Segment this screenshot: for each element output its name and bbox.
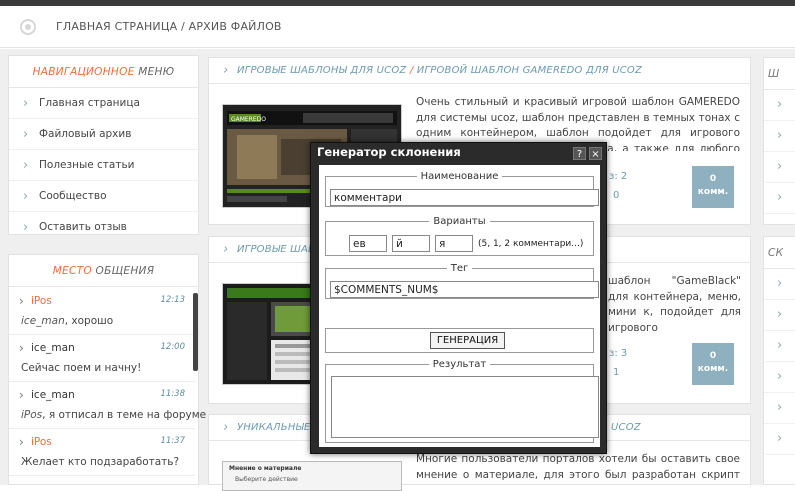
right-panel-item[interactable]: [764, 183, 795, 214]
nav-title-rest: МЕНЮ: [134, 66, 175, 78]
chat-time: 12:13: [160, 295, 186, 305]
variant-five-input[interactable]: [349, 235, 387, 252]
chat-text: Сейчас поем и начну!: [21, 362, 142, 374]
arrow-icon: ›: [19, 435, 24, 449]
arrow-icon: ›: [19, 388, 24, 402]
chat-quote: iPos: [21, 409, 43, 421]
article-meta: 1: [613, 367, 620, 378]
chat-time: 11:37: [160, 436, 186, 446]
nav-item-files[interactable]: Файловый архив: [9, 119, 198, 150]
close-icon[interactable]: ×: [589, 147, 602, 160]
chat-text-body: , хорошо: [64, 315, 114, 327]
chat-text-body: , я отписал в теме на форуме: [42, 409, 207, 421]
chat-user[interactable]: iPos: [31, 295, 52, 307]
chat-text: iPos, я отписал в теме на форуме: [21, 409, 206, 421]
comments-count: 0: [709, 174, 717, 184]
right-panel: Ш: [763, 57, 795, 225]
help-icon[interactable]: ?: [573, 147, 586, 160]
thumbnail-logo: GAMEREDO: [231, 116, 266, 123]
nav-panel-title: НАВИГАЦИОННОЕ МЕНЮ: [9, 56, 198, 88]
article-title-link[interactable]: ИГРОВОЙ ШАБЛОН GAMEREDO ДЛЯ UCOZ: [417, 65, 642, 76]
chat-text: ice_man, хорошо: [21, 315, 113, 327]
thumbnail-subtitle: Выберите действие: [235, 476, 298, 483]
name-input[interactable]: [330, 189, 599, 206]
nav-title-accent: НАВИГАЦИОННОЕ: [32, 66, 135, 78]
chat-message: › iPos 12:13 ice_man, хорошо: [9, 288, 195, 335]
chat-time: 12:00: [160, 342, 186, 352]
right-panel-item[interactable]: [764, 362, 795, 393]
name-legend: Наименование: [420, 171, 499, 182]
arrow-icon: ›: [19, 294, 24, 308]
dialog-title: Генератор склонения: [317, 145, 461, 159]
tag-input[interactable]: [330, 281, 599, 298]
article-excerpt: шаблон "GameBlack" для контейнера, меню,…: [608, 275, 741, 334]
chat-message: › ice_man 11:38 iPos, я отписал в теме н…: [9, 382, 206, 429]
right-panel-item[interactable]: [764, 152, 795, 183]
variants-hint: (5, 1, 2 комментари...): [478, 239, 584, 249]
article-meta: з: 3: [609, 348, 628, 359]
generate-button[interactable]: ГЕНЕРАЦИЯ: [430, 332, 505, 349]
nav-item-articles[interactable]: Полезные статьи: [9, 150, 198, 181]
comments-label: комм.: [697, 364, 729, 374]
nav-item-home[interactable]: Главная страница: [9, 88, 198, 119]
chat-panel-title: МЕСТО ОБЩЕНИЯ: [9, 255, 198, 287]
article-meta: з: 2: [609, 171, 628, 182]
chat-title-accent: МЕСТО: [52, 265, 92, 277]
chat-user[interactable]: ice_man: [31, 342, 75, 354]
comments-button[interactable]: 0 комм.: [692, 343, 734, 385]
arrow-icon: ›: [19, 341, 24, 355]
chat-user[interactable]: ice_man: [31, 389, 75, 401]
chat-quote: ice_man: [21, 315, 65, 327]
right-panel: СК: [763, 236, 795, 485]
chat-message: › ice_man 12:00 Сейчас поем и начну!: [9, 335, 195, 382]
comments-label: комм.: [697, 187, 729, 197]
article-thumbnail[interactable]: Мнение о материале Выберите действие: [222, 461, 402, 491]
right-panel-item[interactable]: [764, 331, 795, 362]
nav-panel: НАВИГАЦИОННОЕ МЕНЮ Главная страница Файл…: [8, 55, 199, 243]
chat-list: › iPos 12:13 ice_man, хорошо › ice_man 1…: [9, 288, 206, 476]
home-icon[interactable]: [20, 19, 36, 35]
variants-legend: Варианты: [433, 216, 486, 227]
result-legend: Результат: [432, 359, 487, 370]
heading-separator: /: [406, 65, 417, 76]
breadcrumb: ГЛАВНАЯ СТРАНИЦА / АРХИВ ФАЙЛОВ: [56, 20, 282, 33]
right-panel-title: СК: [764, 237, 795, 269]
chat-scrollbar[interactable]: [193, 293, 198, 371]
right-panel-item[interactable]: [764, 90, 795, 121]
thumbnail-title: Мнение о материале: [229, 465, 302, 472]
declension-generator-dialog: Генератор склонения ? × Наименование Вар…: [310, 142, 607, 454]
dialog-body: Наименование Варианты (5, 1, 2 комментар…: [319, 165, 600, 447]
right-panel-title: Ш: [764, 58, 795, 90]
right-panel-item[interactable]: [764, 269, 795, 300]
right-panel-item[interactable]: [764, 121, 795, 152]
chat-message: › iPos 11:37 Желает кто подзаработать?: [9, 429, 195, 476]
article-meta: 0: [613, 190, 620, 201]
variant-one-input[interactable]: [392, 235, 430, 252]
article-excerpt: Многие пользователи порталов хотели бы о…: [416, 453, 740, 481]
chat-panel: МЕСТО ОБЩЕНИЯ › iPos 12:13 ice_man, хоро…: [8, 254, 206, 485]
result-textarea[interactable]: [331, 376, 599, 438]
chat-time: 11:38: [160, 389, 186, 399]
right-panel-item[interactable]: [764, 300, 795, 331]
nav-item-feedback[interactable]: Оставить отзыв: [9, 212, 198, 243]
chat-title-rest: ОБЩЕНИЯ: [91, 265, 155, 277]
variant-two-input[interactable]: [435, 235, 473, 252]
nav-item-community[interactable]: Сообщество: [9, 181, 198, 212]
tag-legend: Тег: [450, 263, 469, 274]
header: ГЛАВНАЯ СТРАНИЦА / АРХИВ ФАЙЛОВ: [0, 6, 795, 48]
right-panel-item[interactable]: [764, 393, 795, 424]
chat-text: Желает кто подзаработать?: [21, 456, 180, 468]
chat-user[interactable]: iPos: [31, 436, 52, 448]
article-heading: ИГРОВЫЕ ШАБЛОНЫ ДЛЯ UCOZ / ИГРОВОЙ ШАБЛО…: [209, 58, 750, 84]
right-panel-item[interactable]: [764, 424, 795, 455]
comments-button[interactable]: 0 комм.: [692, 166, 734, 208]
article-category-link[interactable]: ИГРОВЫЕ ШАБЛОНЫ ДЛЯ UCOZ: [237, 65, 406, 76]
article-title-link[interactable]: UCOZ: [611, 415, 641, 441]
comments-count: 0: [709, 351, 717, 361]
